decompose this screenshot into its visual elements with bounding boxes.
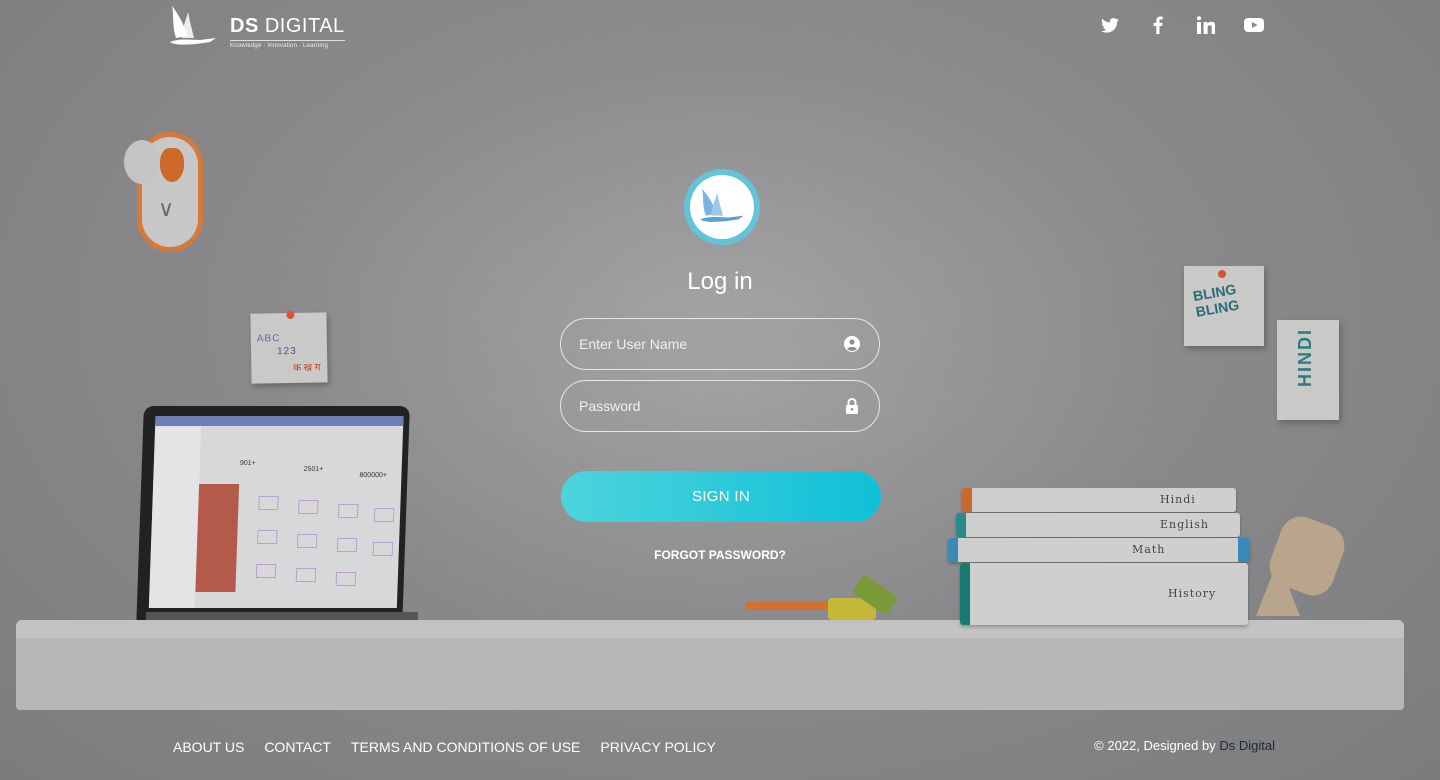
note-hindi-letters-text: क ख ग (293, 362, 321, 374)
forgot-password-link[interactable]: FORGOT PASSWORD? (0, 548, 1440, 562)
note-hindi-text: HINDI (1295, 328, 1315, 387)
note-abc-text: ABC (256, 333, 281, 345)
user-circle-icon (843, 335, 861, 353)
sign-in-button[interactable]: SIGN IN (561, 471, 881, 522)
linkedin-link[interactable] (1194, 14, 1218, 36)
username-input[interactable] (579, 336, 843, 352)
laptop-stat-2: 2501+ (303, 466, 324, 473)
laptop-screen: 901+ 2501+ 800000+ (148, 416, 404, 608)
copyright-prefix: © 2022, Designed by (1094, 738, 1220, 753)
swan-avatar-icon (700, 188, 744, 222)
sticky-note-abc: ABC 123 क ख ग (250, 310, 328, 384)
copyright-brand-link[interactable]: Ds Digital (1219, 738, 1275, 753)
footer-links: ABOUT US CONTACT TERMS AND CONDITIONS OF… (173, 739, 716, 755)
login-avatar (684, 169, 760, 245)
note-123-text: 123 (276, 345, 297, 358)
laptop-stat-1: 901+ (239, 460, 256, 467)
footer-contact-link[interactable]: CONTACT (264, 739, 331, 755)
footer-about-link[interactable]: ABOUT US (173, 739, 244, 755)
facebook-link[interactable] (1146, 14, 1170, 36)
book-history: History (960, 563, 1248, 625)
facebook-icon (1153, 16, 1163, 34)
password-input[interactable] (579, 398, 843, 414)
password-field[interactable] (560, 380, 880, 432)
twitter-icon (1101, 17, 1119, 33)
twitter-link[interactable] (1098, 14, 1122, 36)
social-links (1098, 14, 1266, 36)
laptop-illustration: 901+ 2501+ 800000+ (136, 406, 410, 628)
logo-tagline: Knowledge · Innovation · Learning (230, 40, 345, 49)
book-hindi: Hindi (962, 488, 1236, 512)
lock-icon (843, 397, 861, 415)
sticky-note-hindi: HINDI (1277, 320, 1339, 420)
youtube-link[interactable] (1242, 14, 1266, 36)
book-english: English (956, 513, 1240, 537)
logo-title: DS DIGITAL (230, 15, 345, 37)
footer-terms-link[interactable]: TERMS AND CONDITIONS OF USE (351, 739, 580, 755)
footer-privacy-link[interactable]: PRIVACY POLICY (600, 739, 715, 755)
clock-hands: ∨ (158, 196, 175, 221)
brand-logo[interactable]: DS DIGITAL Knowledge · Innovation · Lear… (166, 4, 345, 49)
laptop-stat-3: 800000+ (359, 472, 388, 479)
clock-bird (160, 148, 184, 182)
login-title: Log in (687, 268, 753, 295)
laptop-student-photo (195, 484, 240, 592)
youtube-icon (1244, 18, 1264, 32)
linkedin-icon (1197, 16, 1215, 34)
copyright-text: © 2022, Designed by Ds Digital (1094, 738, 1275, 753)
clock-bell (124, 140, 160, 184)
swan-logo-icon (170, 6, 216, 45)
username-field[interactable] (560, 318, 880, 370)
